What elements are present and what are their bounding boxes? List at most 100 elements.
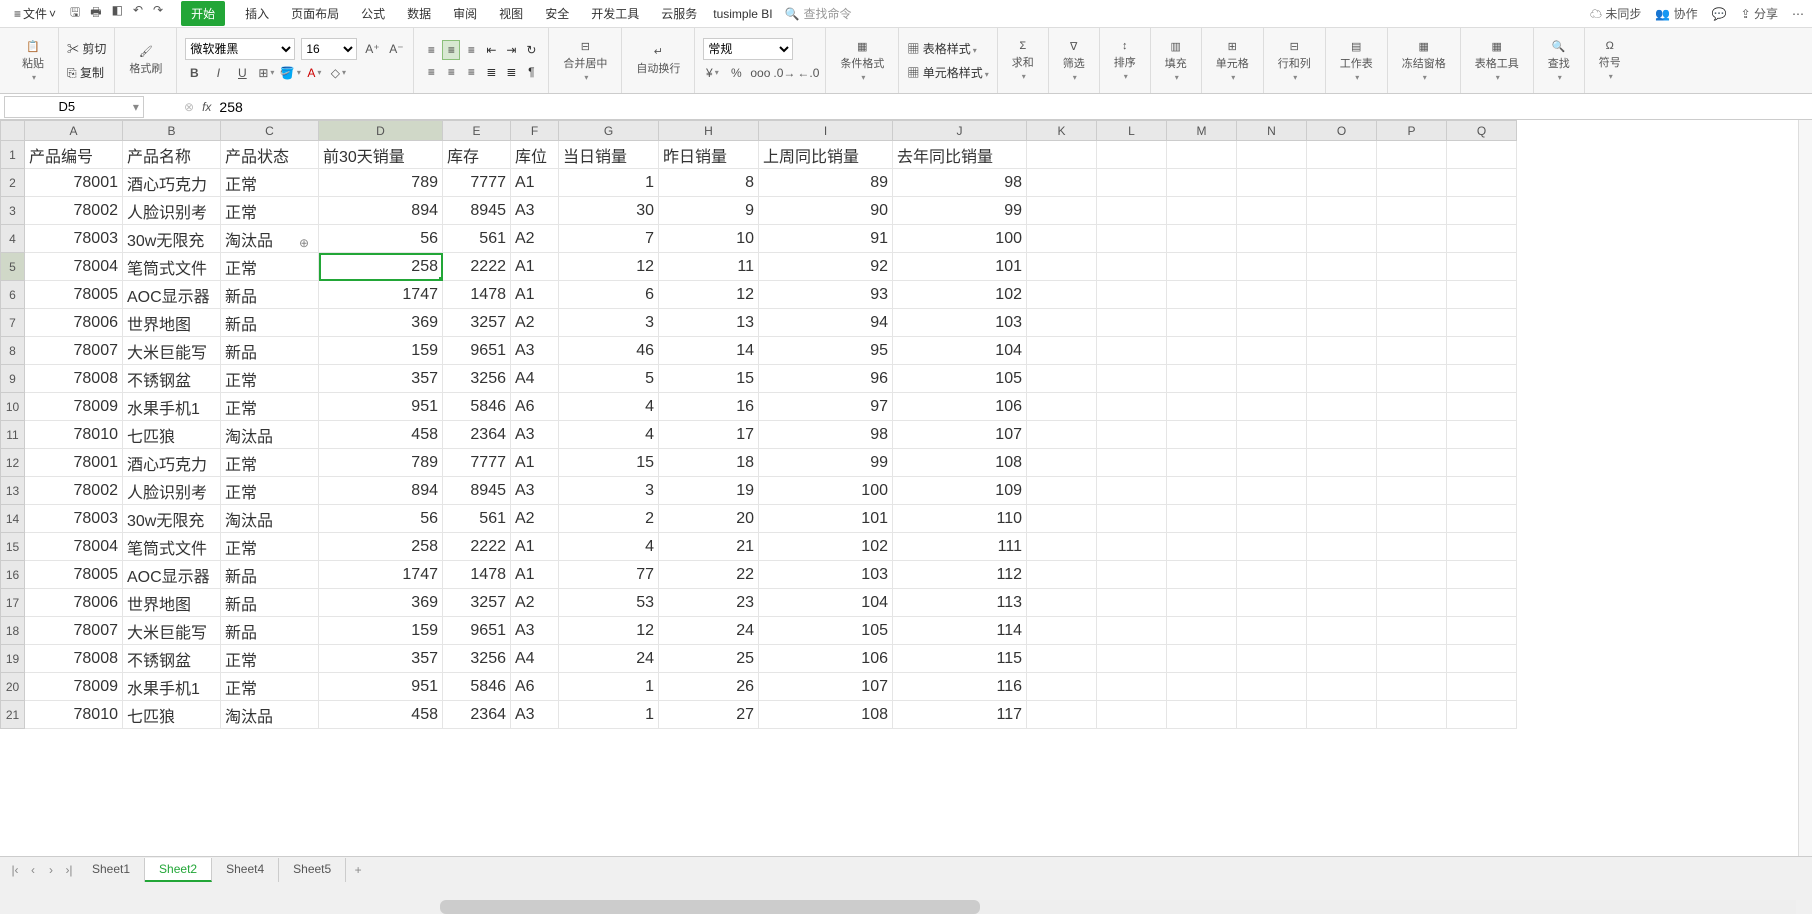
- bold-icon[interactable]: B: [185, 64, 203, 82]
- row-header-6[interactable]: 6: [1, 281, 25, 309]
- cell-O13[interactable]: [1307, 477, 1377, 505]
- cell-M2[interactable]: [1167, 169, 1237, 197]
- cell-D20[interactable]: 951: [319, 673, 443, 701]
- row-header-1[interactable]: 1: [1, 141, 25, 169]
- cell-I20[interactable]: 107: [759, 673, 893, 701]
- cell-O1[interactable]: [1307, 141, 1377, 169]
- cell-I14[interactable]: 101: [759, 505, 893, 533]
- italic-icon[interactable]: I: [209, 64, 227, 82]
- cell-C5[interactable]: 正常: [221, 253, 319, 281]
- row-header-9[interactable]: 9: [1, 365, 25, 393]
- row-header-11[interactable]: 11: [1, 421, 25, 449]
- cell-A18[interactable]: 78007: [25, 617, 123, 645]
- horizontal-scrollbar[interactable]: [440, 900, 1796, 914]
- cell-D2[interactable]: 789: [319, 169, 443, 197]
- cell-K5[interactable]: [1027, 253, 1097, 281]
- ribbon-tab-0[interactable]: 开始: [181, 1, 225, 26]
- cell-M13[interactable]: [1167, 477, 1237, 505]
- cell-L2[interactable]: [1097, 169, 1167, 197]
- cell-J16[interactable]: 112: [893, 561, 1027, 589]
- cell-K20[interactable]: [1027, 673, 1097, 701]
- cell-J1[interactable]: 去年同比销量: [893, 141, 1027, 169]
- cell-H14[interactable]: 20: [659, 505, 759, 533]
- cell-J15[interactable]: 111: [893, 533, 1027, 561]
- row-header-21[interactable]: 21: [1, 701, 25, 729]
- cell-B4[interactable]: 30w无限充: [123, 225, 221, 253]
- indent-inc[interactable]: ⇥: [502, 40, 520, 60]
- cell-B6[interactable]: AOC显示器: [123, 281, 221, 309]
- row-header-14[interactable]: 14: [1, 505, 25, 533]
- cut-button[interactable]: ✂ 剪切: [67, 40, 106, 57]
- more-icon[interactable]: ⋯: [1792, 7, 1804, 21]
- cell-K7[interactable]: [1027, 309, 1097, 337]
- col-header-C[interactable]: C: [221, 121, 319, 141]
- cell-J9[interactable]: 105: [893, 365, 1027, 393]
- cell-H8[interactable]: 14: [659, 337, 759, 365]
- cell-I17[interactable]: 104: [759, 589, 893, 617]
- cell-J19[interactable]: 115: [893, 645, 1027, 673]
- cell-A7[interactable]: 78006: [25, 309, 123, 337]
- file-menu[interactable]: ≡ 文件 ˅: [8, 5, 62, 22]
- row-header-7[interactable]: 7: [1, 309, 25, 337]
- cell-L17[interactable]: [1097, 589, 1167, 617]
- cell-P21[interactable]: [1377, 701, 1447, 729]
- col-header-F[interactable]: F: [511, 121, 559, 141]
- align-top-left[interactable]: ≡: [422, 40, 440, 60]
- cell-M11[interactable]: [1167, 421, 1237, 449]
- cell-O2[interactable]: [1307, 169, 1377, 197]
- cell-O19[interactable]: [1307, 645, 1377, 673]
- cell-G11[interactable]: 4: [559, 421, 659, 449]
- cell-B11[interactable]: 七匹狼: [123, 421, 221, 449]
- cell-M19[interactable]: [1167, 645, 1237, 673]
- cell-L21[interactable]: [1097, 701, 1167, 729]
- cell-E16[interactable]: 1478: [443, 561, 511, 589]
- sheet-tab-Sheet4[interactable]: Sheet4: [212, 858, 279, 882]
- cell-C6[interactable]: 新品: [221, 281, 319, 309]
- cell-Q19[interactable]: [1447, 645, 1517, 673]
- cell-C17[interactable]: 新品: [221, 589, 319, 617]
- cell-J3[interactable]: 99: [893, 197, 1027, 225]
- sheet-nav-prev[interactable]: ‹: [24, 863, 42, 877]
- cell-G13[interactable]: 3: [559, 477, 659, 505]
- cell-G7[interactable]: 3: [559, 309, 659, 337]
- cell-L12[interactable]: [1097, 449, 1167, 477]
- cell-A19[interactable]: 78008: [25, 645, 123, 673]
- cell-H1[interactable]: 昨日销量: [659, 141, 759, 169]
- cell-G8[interactable]: 46: [559, 337, 659, 365]
- row-header-20[interactable]: 20: [1, 673, 25, 701]
- cell-L16[interactable]: [1097, 561, 1167, 589]
- cell-C3[interactable]: 正常: [221, 197, 319, 225]
- cell-F12[interactable]: A1: [511, 449, 559, 477]
- cell-J4[interactable]: 100: [893, 225, 1027, 253]
- col-header-A[interactable]: A: [25, 121, 123, 141]
- row-header-12[interactable]: 12: [1, 449, 25, 477]
- sync-status[interactable]: ☁ 未同步: [1590, 5, 1641, 22]
- cell-I19[interactable]: 106: [759, 645, 893, 673]
- cell-F10[interactable]: A6: [511, 393, 559, 421]
- row-header-17[interactable]: 17: [1, 589, 25, 617]
- row-header-16[interactable]: 16: [1, 561, 25, 589]
- cell-K10[interactable]: [1027, 393, 1097, 421]
- cell-M7[interactable]: [1167, 309, 1237, 337]
- cell-F7[interactable]: A2: [511, 309, 559, 337]
- cell-G19[interactable]: 24: [559, 645, 659, 673]
- cell-C4[interactable]: 淘汰品: [221, 225, 319, 253]
- cell-I15[interactable]: 102: [759, 533, 893, 561]
- cell-O15[interactable]: [1307, 533, 1377, 561]
- cell-F15[interactable]: A1: [511, 533, 559, 561]
- cell-P12[interactable]: [1377, 449, 1447, 477]
- ribbon-tab-4[interactable]: 数据: [405, 1, 433, 26]
- cell-K3[interactable]: [1027, 197, 1097, 225]
- cell-J5[interactable]: 101: [893, 253, 1027, 281]
- cell-P13[interactable]: [1377, 477, 1447, 505]
- cell-Q21[interactable]: [1447, 701, 1517, 729]
- cell-P2[interactable]: [1377, 169, 1447, 197]
- cell-D10[interactable]: 951: [319, 393, 443, 421]
- cell-A12[interactable]: 78001: [25, 449, 123, 477]
- col-header-B[interactable]: B: [123, 121, 221, 141]
- cell-L11[interactable]: [1097, 421, 1167, 449]
- sheet-tab-Sheet5[interactable]: Sheet5: [279, 858, 346, 882]
- cell-D16[interactable]: 1747: [319, 561, 443, 589]
- col-header-I[interactable]: I: [759, 121, 893, 141]
- cell-L7[interactable]: [1097, 309, 1167, 337]
